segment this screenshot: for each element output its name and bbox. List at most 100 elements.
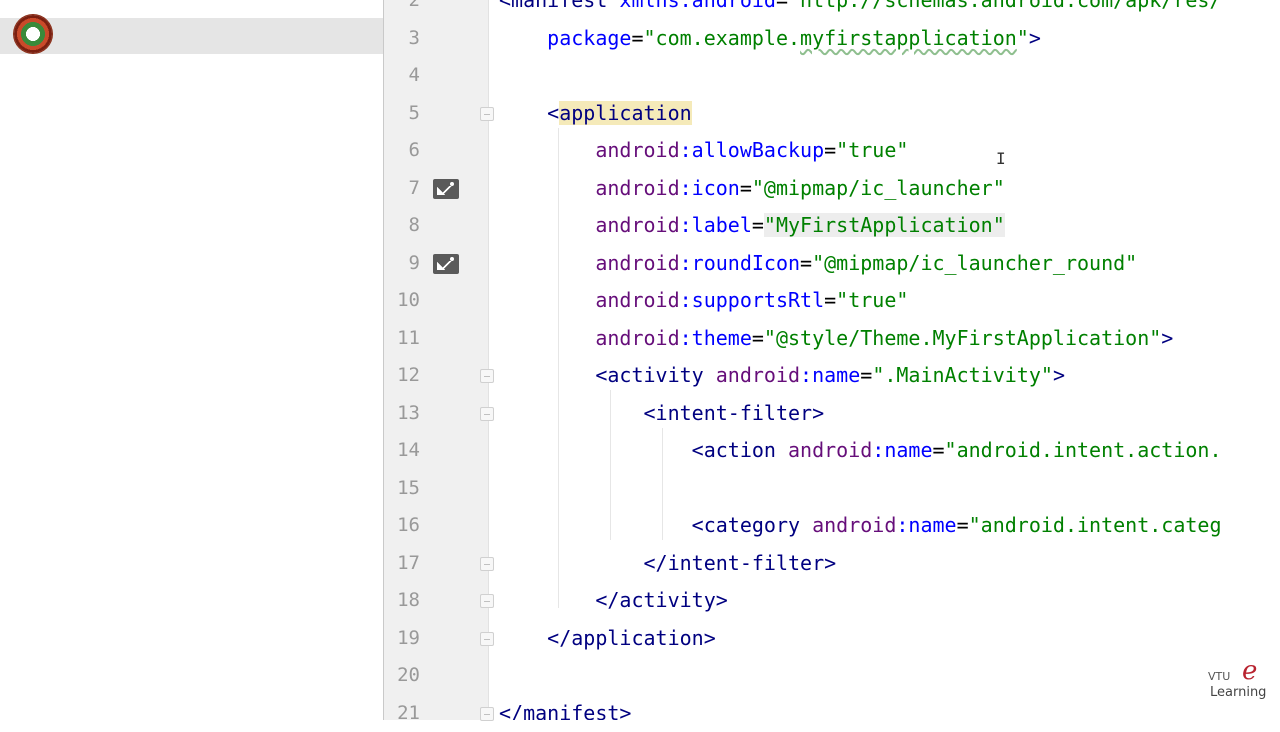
- line-number[interactable]: 7: [384, 170, 420, 207]
- line-number[interactable]: 3: [384, 20, 420, 57]
- code-token: "@mipmap/ic_launcher_round": [812, 250, 1138, 275]
- code-token: "MyFirstApplication": [763, 213, 1005, 237]
- code-token: "@mipmap/ic_launcher": [751, 175, 1005, 200]
- code-line[interactable]: <manifest xmlns:android="http://schemas.…: [499, 0, 1222, 19]
- code-token: >: [1161, 325, 1174, 350]
- line-number[interactable]: 18: [384, 582, 420, 619]
- code-token: </application>: [499, 625, 716, 650]
- code-line[interactable]: </activity>: [499, 582, 728, 619]
- image-preview-icon[interactable]: [433, 253, 459, 274]
- code-token: "android.intent.categ: [968, 513, 1222, 537]
- line-number[interactable]: 11: [384, 320, 420, 357]
- code-line[interactable]: android:supportsRtl="true": [499, 282, 908, 319]
- code-token: xmlns:android: [619, 0, 776, 12]
- code-line[interactable]: <category android:name="android.intent.c…: [499, 507, 1222, 544]
- code-token: :name: [800, 363, 861, 387]
- code-token: </intent-filter>: [499, 550, 837, 575]
- project-panel: [0, 0, 383, 720]
- line-number[interactable]: 15: [384, 470, 420, 507]
- code-token: android: [812, 513, 897, 537]
- code-token: "android.intent.action.: [944, 438, 1222, 462]
- code-line[interactable]: <action android:name="android.intent.act…: [499, 432, 1222, 469]
- image-preview-icon[interactable]: [433, 178, 459, 199]
- project-tree-selected-row[interactable]: [0, 18, 383, 54]
- code-token: <activity: [499, 363, 716, 387]
- code-token: android: [499, 288, 680, 312]
- line-number[interactable]: 21: [384, 695, 420, 732]
- code-token: =: [739, 175, 752, 200]
- line-number[interactable]: 8: [384, 207, 420, 244]
- university-logo: [14, 15, 52, 53]
- code-token: >: [1028, 25, 1041, 50]
- code-line[interactable]: android:theme="@style/Theme.MyFirstAppli…: [499, 320, 1173, 357]
- code-token: =: [932, 438, 945, 462]
- line-number[interactable]: 6: [384, 132, 420, 169]
- code-line[interactable]: </intent-filter>: [499, 545, 836, 582]
- code-token: =: [631, 25, 644, 50]
- line-number[interactable]: 2: [384, 0, 420, 19]
- code-token: =: [751, 325, 764, 350]
- code-token: "com.example.: [643, 25, 801, 50]
- code-token: android: [499, 213, 680, 237]
- line-number[interactable]: 9: [384, 245, 420, 282]
- line-number[interactable]: 16: [384, 507, 420, 544]
- line-number[interactable]: 4: [384, 57, 420, 94]
- code-line[interactable]: <activity android:name=".MainActivity">: [499, 357, 1065, 394]
- code-token: <manifest: [499, 0, 620, 12]
- code-token: <action: [499, 438, 788, 462]
- line-number[interactable]: 14: [384, 432, 420, 469]
- code-token: :roundIcon: [679, 250, 801, 275]
- code-line[interactable]: <intent-filter>: [499, 395, 824, 432]
- code-token: =: [824, 288, 837, 312]
- line-number[interactable]: 13: [384, 395, 420, 432]
- code-token: android: [787, 438, 873, 462]
- code-line[interactable]: <application: [499, 95, 692, 132]
- line-number[interactable]: 17: [384, 545, 420, 582]
- code-token: =: [800, 250, 813, 275]
- code-token: ".MainActivity": [872, 363, 1053, 387]
- watermark-brand-top: VTU: [1208, 670, 1231, 683]
- code-line[interactable]: </application>: [499, 620, 716, 657]
- code-token: :name: [896, 513, 957, 537]
- line-number[interactable]: 20: [384, 657, 420, 694]
- code-token: :allowBackup: [679, 138, 825, 162]
- code-token: android: [499, 325, 680, 350]
- code-token: android: [499, 138, 680, 162]
- code-token: <intent-filter>: [499, 400, 825, 425]
- code-line[interactable]: package="com.example.myfirstapplication"…: [499, 20, 1041, 57]
- vtu-elearning-watermark: VTU e Learning: [1204, 656, 1274, 704]
- line-number[interactable]: 5: [384, 95, 420, 132]
- code-token: android: [715, 363, 801, 387]
- code-line[interactable]: android:label="MyFirstApplication": [499, 207, 1005, 244]
- code-token: </activity>: [499, 588, 728, 612]
- code-token: =: [956, 513, 969, 537]
- code-token: :name: [872, 438, 933, 462]
- code-token: myfirstapplication: [800, 25, 1017, 50]
- code-token: :label: [679, 213, 752, 237]
- code-line[interactable]: </manifest>: [499, 695, 631, 721]
- code-token: android: [499, 175, 680, 200]
- code-token: :theme: [679, 325, 752, 350]
- code-token: ": [1016, 25, 1029, 50]
- code-editor[interactable]: <manifest xmlns:android = "http://schemas.…: [489, 0, 1280, 720]
- code-token: <: [499, 100, 560, 125]
- code-line[interactable]: android:roundIcon="@mipmap/ic_launcher_r…: [499, 245, 1137, 282]
- code-token: :icon: [679, 175, 740, 200]
- code-token: =: [751, 213, 764, 237]
- code-token: android: [499, 250, 680, 275]
- code-token: =: [824, 138, 837, 162]
- code-token: >: [1052, 363, 1065, 387]
- watermark-brand-bottom: Learning: [1210, 685, 1267, 700]
- code-token: "@style/Theme.MyFirstApplication": [763, 325, 1162, 350]
- code-token: "true": [836, 138, 909, 162]
- text-cursor-icon: I: [996, 149, 1006, 168]
- code-line[interactable]: android:icon="@mipmap/ic_launcher": [499, 170, 1005, 207]
- code-token: "http://schemas.android.com/apk/res/: [788, 0, 1222, 12]
- code-token: application: [559, 100, 692, 125]
- line-number[interactable]: 10: [384, 282, 420, 319]
- line-number[interactable]: 19: [384, 620, 420, 657]
- line-number[interactable]: 12: [384, 357, 420, 394]
- code-line[interactable]: android:allowBackup="true": [499, 132, 908, 169]
- code-token: <category: [499, 513, 813, 537]
- code-token: :supportsRtl: [679, 288, 825, 312]
